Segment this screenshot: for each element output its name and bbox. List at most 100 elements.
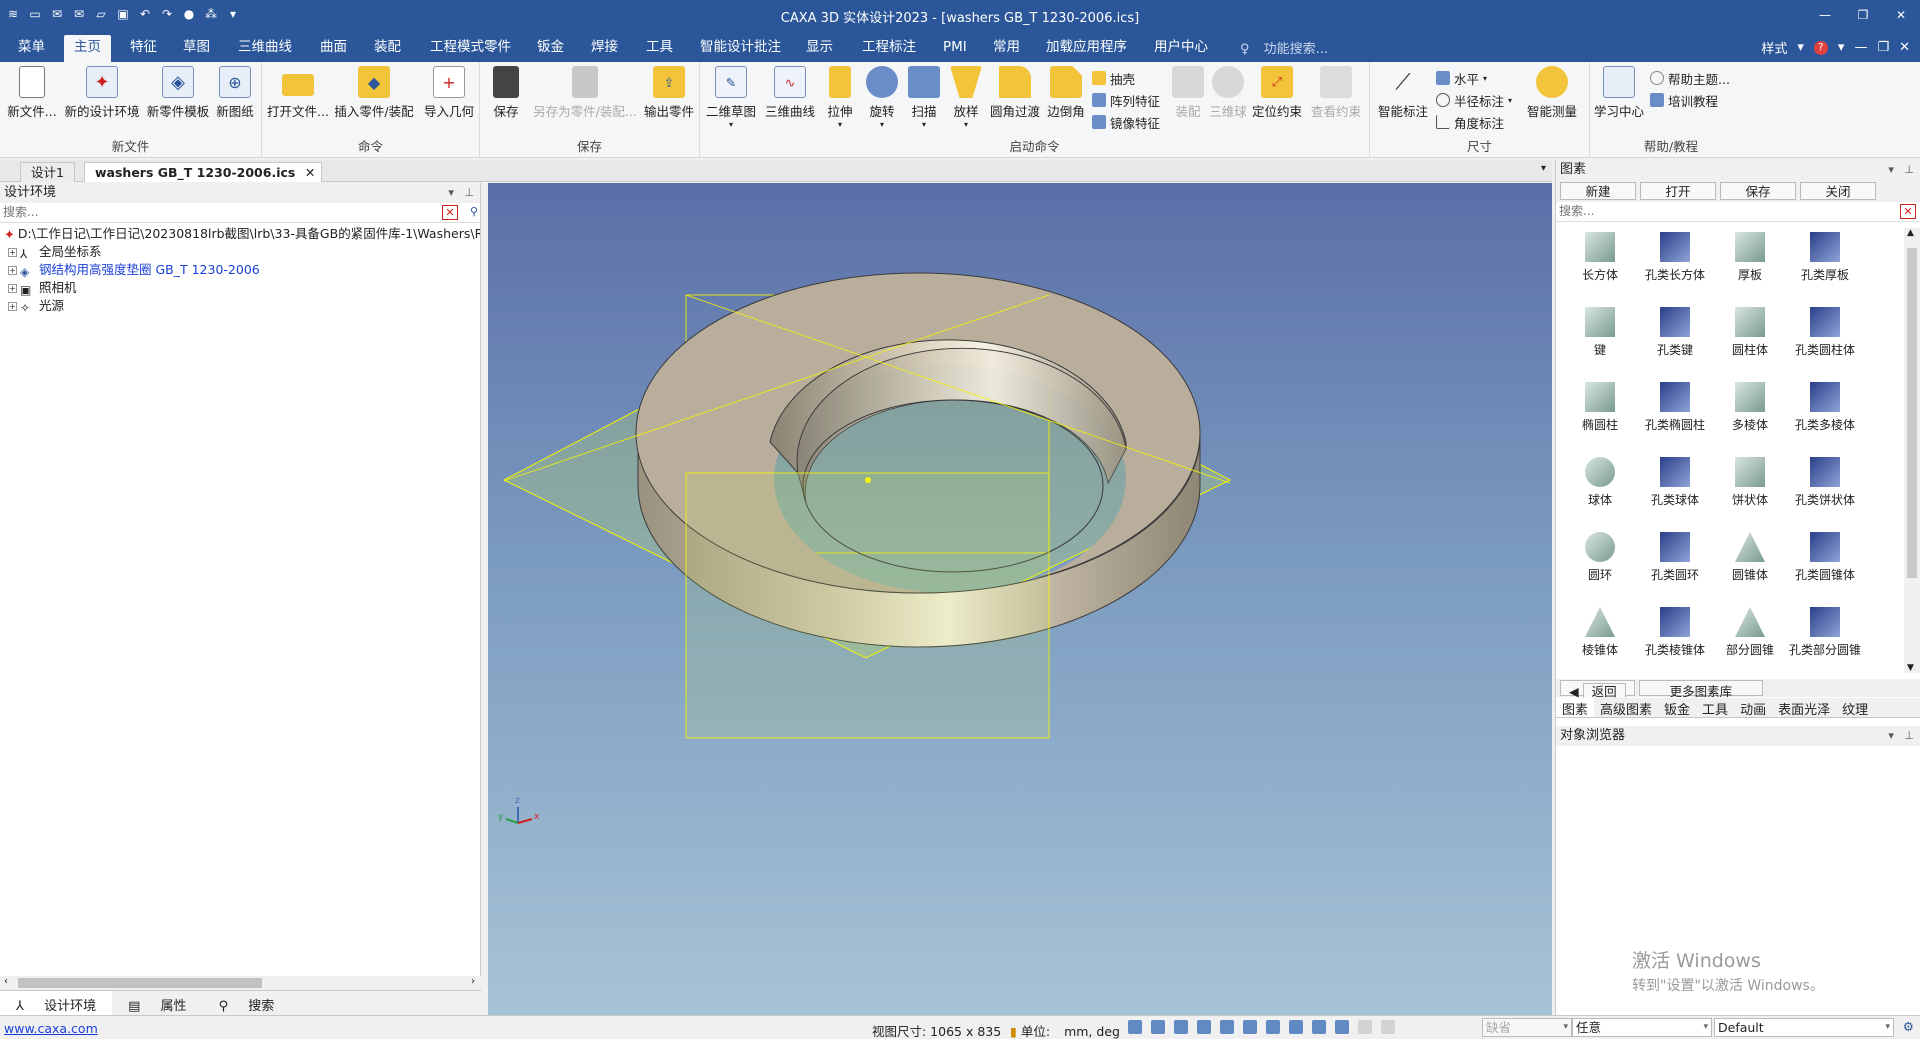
save-button[interactable]: 保存 (486, 66, 526, 120)
insert-part-button[interactable]: ◆ 插入零件/装配 (332, 66, 416, 120)
tab-menu[interactable]: 菜单 (8, 35, 55, 62)
element-item[interactable]: 孔类棱锥体 (1637, 607, 1713, 658)
tab-display[interactable]: 显示 (796, 35, 843, 62)
back-button[interactable]: ◀ 返回 (1560, 680, 1635, 700)
sketch-2d-button[interactable]: ✎ 二维草图 ▾ (706, 66, 756, 129)
element-item[interactable]: 孔类圆环 (1637, 532, 1713, 583)
ribbon-minimize-icon[interactable]: — (1854, 40, 1867, 55)
chevron-down-icon[interactable]: ▾ (862, 120, 902, 129)
chevron-down-icon[interactable]: ▾ (1838, 40, 1845, 55)
export-part-button[interactable]: ⇪ 输出零件 (640, 66, 698, 120)
learning-center-button[interactable]: 学习中心 (1590, 66, 1648, 120)
tab-sheet-metal[interactable]: 钣金 (527, 35, 574, 62)
scroll-down-icon[interactable]: ▼ (1907, 663, 1914, 673)
element-item[interactable]: 孔类椭圆柱 (1637, 382, 1713, 433)
training-button[interactable]: 培训教程 (1650, 90, 1718, 110)
function-search[interactable]: ♀ 功能搜索... (1240, 38, 1328, 57)
chevron-down-icon[interactable]: ▾ (904, 120, 944, 129)
element-item[interactable]: 孔类饼状体 (1787, 457, 1863, 508)
tab-user-center[interactable]: 用户中心 (1144, 35, 1218, 62)
tab-animation[interactable]: 动画 (1734, 698, 1772, 718)
section-icon[interactable] (1243, 1020, 1257, 1034)
element-item[interactable]: 圆环 (1562, 532, 1638, 583)
tab-texture[interactable]: 纹理 (1836, 698, 1874, 718)
import-geometry-button[interactable]: + 导入几何 (420, 66, 478, 120)
view-orient-icon[interactable] (1174, 1020, 1188, 1034)
element-item[interactable]: 饼状体 (1712, 457, 1788, 508)
tab-sheet-metal[interactable]: 钣金 (1658, 698, 1696, 718)
tab-home[interactable]: 主页 (64, 35, 111, 62)
tree-node-root[interactable]: ✦ D:\工作日记\工作日记\20230818lrb截图\lrb\33-具备GB… (4, 225, 480, 243)
display-mode-icon[interactable] (1220, 1020, 1234, 1034)
light-icon[interactable] (1266, 1020, 1280, 1034)
element-item[interactable]: 孔类部分圆锥 (1787, 607, 1863, 658)
tab-properties[interactable]: ▤ 属性 (112, 991, 202, 1015)
revolve-button[interactable]: 旋转 ▾ (862, 66, 902, 129)
element-item[interactable]: 键 (1562, 307, 1638, 358)
element-item[interactable]: 部分圆锥 (1712, 607, 1788, 658)
element-item[interactable]: 长方体 (1562, 232, 1638, 283)
view-constraint-button[interactable]: 查看约束 (1306, 66, 1366, 120)
element-item[interactable]: 孔类圆柱体 (1787, 307, 1863, 358)
chevron-down-icon[interactable]: ▾ (706, 120, 756, 129)
scroll-thumb[interactable] (18, 978, 262, 988)
close-catalog-button[interactable]: 关闭 (1800, 182, 1876, 200)
help-icon[interactable]: ? (1813, 40, 1828, 55)
style-select[interactable]: Default ▾ (1714, 1018, 1894, 1037)
search-options-icon[interactable]: ⚲ (470, 205, 478, 218)
doc-tab-washers[interactable]: washers GB_T 1230-2006.ics ✕ (84, 162, 323, 183)
select-arrow-icon[interactable] (1358, 1020, 1372, 1034)
pattern-button[interactable]: 阵列特征 (1092, 90, 1160, 110)
pin-icon[interactable]: ⊥ (1904, 729, 1914, 742)
clear-search-icon[interactable]: ✕ (442, 205, 458, 220)
close-button[interactable]: ✕ (1882, 0, 1920, 30)
clear-search-icon[interactable]: ✕ (1900, 204, 1916, 219)
close-icon[interactable]: ✕ (305, 163, 315, 183)
expand-icon[interactable]: + (8, 265, 17, 275)
3d-viewport[interactable]: z x y (488, 183, 1552, 1015)
tree-horizontal-scrollbar[interactable]: ‹ › (0, 976, 481, 990)
scroll-up-icon[interactable]: ▲ (1907, 228, 1914, 238)
element-item[interactable]: 圆锥体 (1712, 532, 1788, 583)
curve-3d-button[interactable]: ∿ 三维曲线 (762, 66, 818, 120)
element-grid-scrollbar[interactable]: ▲ ▼ (1904, 228, 1920, 673)
chevron-down-icon[interactable]: ▾ (1541, 163, 1546, 174)
chevron-down-icon[interactable]: ▾ (1888, 163, 1894, 176)
tab-3d-curve[interactable]: 三维曲线 (228, 35, 302, 62)
chevron-down-icon[interactable]: ▾ (820, 120, 860, 129)
tab-assembly[interactable]: 装配 (364, 35, 411, 62)
datum-plane-yz[interactable] (685, 472, 1050, 739)
new-file-button[interactable]: 新文件... (4, 66, 60, 120)
camera-icon[interactable] (1289, 1020, 1303, 1034)
filter-select[interactable]: 缺省 ▾ (1482, 1018, 1572, 1037)
element-item[interactable]: 椭圆柱 (1562, 382, 1638, 433)
tab-elements[interactable]: 图素 (1556, 698, 1595, 718)
website-link[interactable]: www.caxa.com (4, 1021, 98, 1036)
element-item[interactable]: 多棱体 (1712, 382, 1788, 433)
tab-tools[interactable]: 工具 (1696, 698, 1734, 718)
tab-advanced-elements[interactable]: 高级图素 (1594, 698, 1658, 718)
smart-dimension-button[interactable]: ⟋ 智能标注 (1374, 66, 1432, 120)
save-catalog-button[interactable]: 保存 (1720, 182, 1796, 200)
element-item[interactable]: 孔类球体 (1637, 457, 1713, 508)
chevron-down-icon[interactable]: ▾ (1483, 74, 1487, 83)
restore-button[interactable]: ❐ (1844, 0, 1882, 30)
radius-dim-button[interactable]: 半径标注 ▾ (1436, 90, 1512, 110)
tab-engineering-part[interactable]: 工程模式零件 (420, 35, 521, 62)
tree-node-global-coords[interactable]: + ⅄ 全局坐标系 (4, 243, 480, 261)
scroll-left-icon[interactable]: ‹ (4, 976, 8, 987)
mirror-button[interactable]: 镜像特征 (1092, 112, 1160, 132)
chevron-down-icon[interactable]: ▾ (1797, 40, 1804, 55)
new-catalog-button[interactable]: 新建 (1560, 182, 1636, 200)
element-item[interactable]: 孔类长方体 (1637, 232, 1713, 283)
tab-engineering-dim[interactable]: 工程标注 (852, 35, 926, 62)
tab-load-apps[interactable]: 加载应用程序 (1036, 35, 1137, 62)
selection-mode-select[interactable]: 任意 ▾ (1572, 1018, 1712, 1037)
tab-search[interactable]: ⚲ 搜索 (203, 991, 291, 1015)
minimize-button[interactable]: — (1806, 0, 1844, 30)
locate-constraint-button[interactable]: ⤢ 定位约束 (1250, 66, 1304, 120)
element-search-input[interactable] (1556, 202, 1886, 220)
new-template-button[interactable]: ◈ 新零件模板 (146, 66, 210, 120)
element-item[interactable]: 孔类键 (1637, 307, 1713, 358)
pin-icon[interactable]: ⊥ (464, 186, 474, 199)
